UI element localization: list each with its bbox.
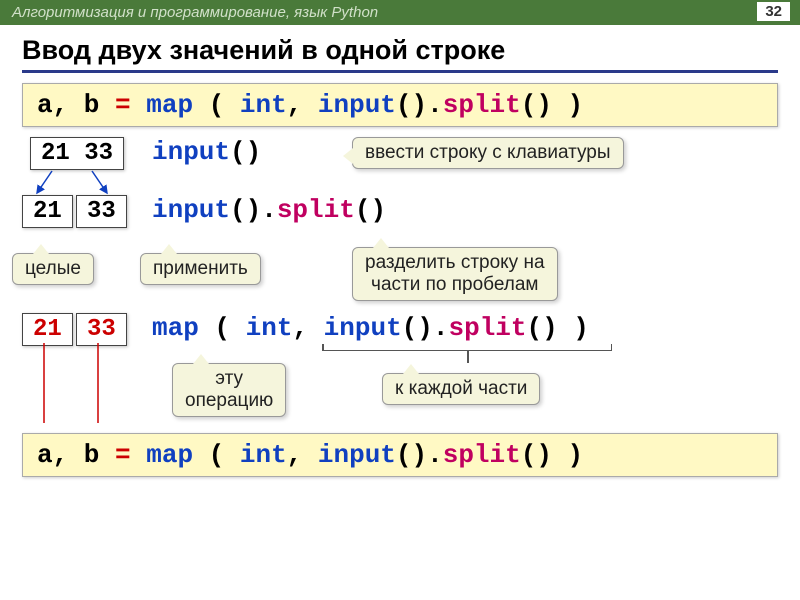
- callout-each: к каждой части: [382, 373, 540, 405]
- code-par: ().: [396, 90, 443, 120]
- split-b: 33: [87, 198, 116, 225]
- callout-apply-text: применить: [153, 258, 248, 279]
- step2-split: split: [277, 195, 355, 225]
- callout-input: ввести строку с клавиатуры: [352, 137, 624, 169]
- code2-split: split: [443, 440, 521, 470]
- code-map: map: [146, 90, 193, 120]
- step3-comma: ,: [292, 313, 323, 343]
- bracket-stem: [467, 351, 469, 363]
- step2-input: input: [152, 195, 230, 225]
- step2-mid: ().: [230, 195, 277, 225]
- code2-par: ().: [396, 440, 443, 470]
- callout-split-text: разделить строку на части по пробелам: [365, 252, 545, 295]
- callout-each-text: к каждой части: [395, 378, 527, 399]
- raw-input-box: 21 33: [30, 137, 124, 170]
- code-box-1: a, b = map ( int, input().split() ): [22, 83, 778, 127]
- step1-input: input: [152, 137, 230, 167]
- step3-mid: ().: [402, 313, 449, 343]
- header-bar: Алгоритмизация и программирование, язык …: [0, 0, 800, 25]
- code2-close: () ): [521, 440, 583, 470]
- callout-apply: применить: [140, 253, 261, 285]
- code2-ab: a, b: [37, 440, 99, 470]
- code-comma: ,: [287, 90, 318, 120]
- int-box-a: 21: [22, 313, 73, 346]
- step3-input: input: [324, 313, 402, 343]
- slide-title: Ввод двух значений в одной строке: [22, 35, 778, 73]
- code-eq: =: [99, 90, 146, 120]
- step3-open: (: [199, 313, 246, 343]
- code2-input: input: [318, 440, 396, 470]
- code2-int: int: [240, 440, 287, 470]
- code2-open: (: [193, 440, 240, 470]
- split-box-b: 33: [76, 195, 127, 228]
- code-int: int: [240, 90, 287, 120]
- code-open: (: [193, 90, 240, 120]
- code-split: split: [443, 90, 521, 120]
- int-a: 21: [33, 316, 62, 343]
- code2-map: map: [146, 440, 193, 470]
- code-input: input: [318, 90, 396, 120]
- callout-op-text: эту операцию: [185, 368, 273, 411]
- split-a: 21: [33, 198, 62, 225]
- breadcrumb: Алгоритмизация и программирование, язык …: [12, 4, 378, 21]
- callout-input-text: ввести строку с клавиатуры: [365, 142, 611, 163]
- step1-suffix: (): [230, 137, 261, 167]
- code-ab: a, b: [37, 90, 99, 120]
- callout-int-text: целые: [25, 258, 81, 279]
- code-close: () ): [521, 90, 583, 120]
- page-number: 32: [757, 2, 790, 21]
- step2-suffix: (): [355, 195, 386, 225]
- split-box-a: 21: [22, 195, 73, 228]
- callout-split: разделить строку на части по пробелам: [352, 247, 558, 301]
- code2-comma: ,: [287, 440, 318, 470]
- slide-content: Ввод двух значений в одной строке a, b =…: [0, 25, 800, 477]
- step3-close: () ): [527, 313, 589, 343]
- int-b: 33: [87, 316, 116, 343]
- step3-split: split: [448, 313, 526, 343]
- int-box-b: 33: [76, 313, 127, 346]
- callout-op: эту операцию: [172, 363, 286, 417]
- step3-int: int: [246, 313, 293, 343]
- callout-int: целые: [12, 253, 94, 285]
- raw-input-value: 21 33: [41, 140, 113, 167]
- code-box-2: a, b = map ( int, input().split() ): [22, 433, 778, 477]
- code2-eq: =: [99, 440, 146, 470]
- step3-map: map: [152, 313, 199, 343]
